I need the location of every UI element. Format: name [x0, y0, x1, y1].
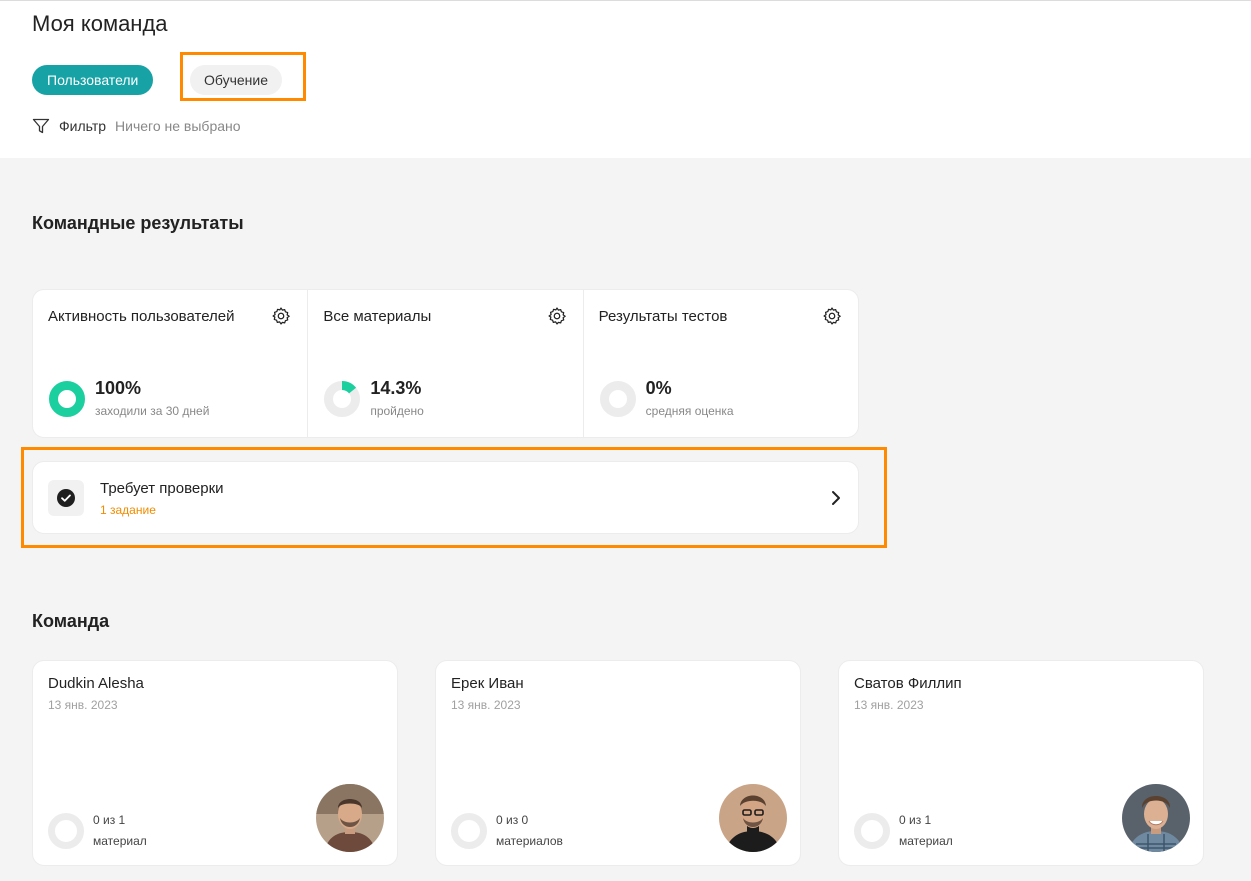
progress-ring — [324, 381, 361, 417]
highlight-box-review — [21, 447, 887, 548]
progress-ring — [599, 381, 636, 417]
stat-subtitle: средняя оценка — [645, 404, 734, 418]
progress-ring — [48, 813, 84, 849]
stat-title: Активность пользователей — [48, 308, 235, 325]
team-results-title: Командные результаты — [32, 213, 244, 233]
member-progress-unit: материал — [93, 834, 147, 848]
page-header: Моя команда Пользователи Обучение Фильтр… — [0, 0, 1251, 158]
tab-users[interactable]: Пользователи — [32, 65, 154, 95]
gear-icon[interactable] — [547, 306, 567, 326]
member-name: Сватов Филлип — [854, 675, 962, 692]
member-progress-count: 0 из 1 — [93, 813, 126, 827]
stat-card-activity[interactable]: Активность пользователей 100% заходили з… — [33, 290, 309, 437]
progress-ring — [49, 381, 85, 417]
stat-value: 100% — [95, 378, 142, 398]
team-title: Команда — [32, 611, 110, 631]
filter-bar[interactable]: Фильтр Ничего не выбрано — [32, 116, 241, 136]
filter-label: Фильтр — [59, 118, 107, 134]
member-card[interactable]: Сватов Филлип 13 янв. 2023 0 из 1 матери… — [838, 660, 1204, 866]
stat-subtitle: заходили за 30 дней — [95, 404, 210, 418]
stat-title: Результаты тестов — [598, 308, 728, 325]
member-date: 13 янв. 2023 — [854, 698, 924, 712]
member-progress-unit: материалов — [496, 834, 563, 848]
member-progress-count: 0 из 0 — [496, 813, 529, 827]
avatar[interactable] — [316, 784, 384, 852]
member-progress-unit: материал — [899, 834, 953, 848]
filter-icon — [32, 118, 50, 134]
avatar[interactable] — [1122, 784, 1190, 852]
avatar[interactable] — [719, 784, 787, 852]
filter-value[interactable]: Ничего не выбрано — [115, 118, 241, 134]
member-card[interactable]: Ерек Иван 13 янв. 2023 0 из 0 материалов — [435, 660, 801, 866]
page-title: Моя команда — [32, 11, 168, 36]
highlight-box-tab — [180, 52, 306, 101]
member-date: 13 янв. 2023 — [48, 698, 118, 712]
member-name: Ерек Иван — [451, 675, 524, 692]
member-card[interactable]: Dudkin Alesha 13 янв. 2023 0 из 1 матери… — [32, 660, 398, 866]
stat-subtitle: пройдено — [370, 404, 424, 418]
stat-card-materials[interactable]: Все материалы 14.3% пройдено — [308, 290, 584, 437]
stat-card-tests[interactable]: Результаты тестов 0% средняя оценка — [584, 290, 858, 437]
stat-title: Все материалы — [323, 308, 432, 325]
gear-icon[interactable] — [271, 306, 291, 326]
gear-icon[interactable] — [822, 306, 842, 326]
member-date: 13 янв. 2023 — [451, 698, 521, 712]
member-progress-count: 0 из 1 — [899, 813, 932, 827]
stat-value: 0% — [645, 378, 672, 398]
progress-ring — [854, 813, 890, 849]
member-name: Dudkin Alesha — [48, 675, 144, 692]
progress-ring — [451, 813, 487, 849]
stat-value: 14.3% — [370, 378, 422, 398]
stats-panel: Активность пользователей 100% заходили з… — [32, 289, 859, 438]
